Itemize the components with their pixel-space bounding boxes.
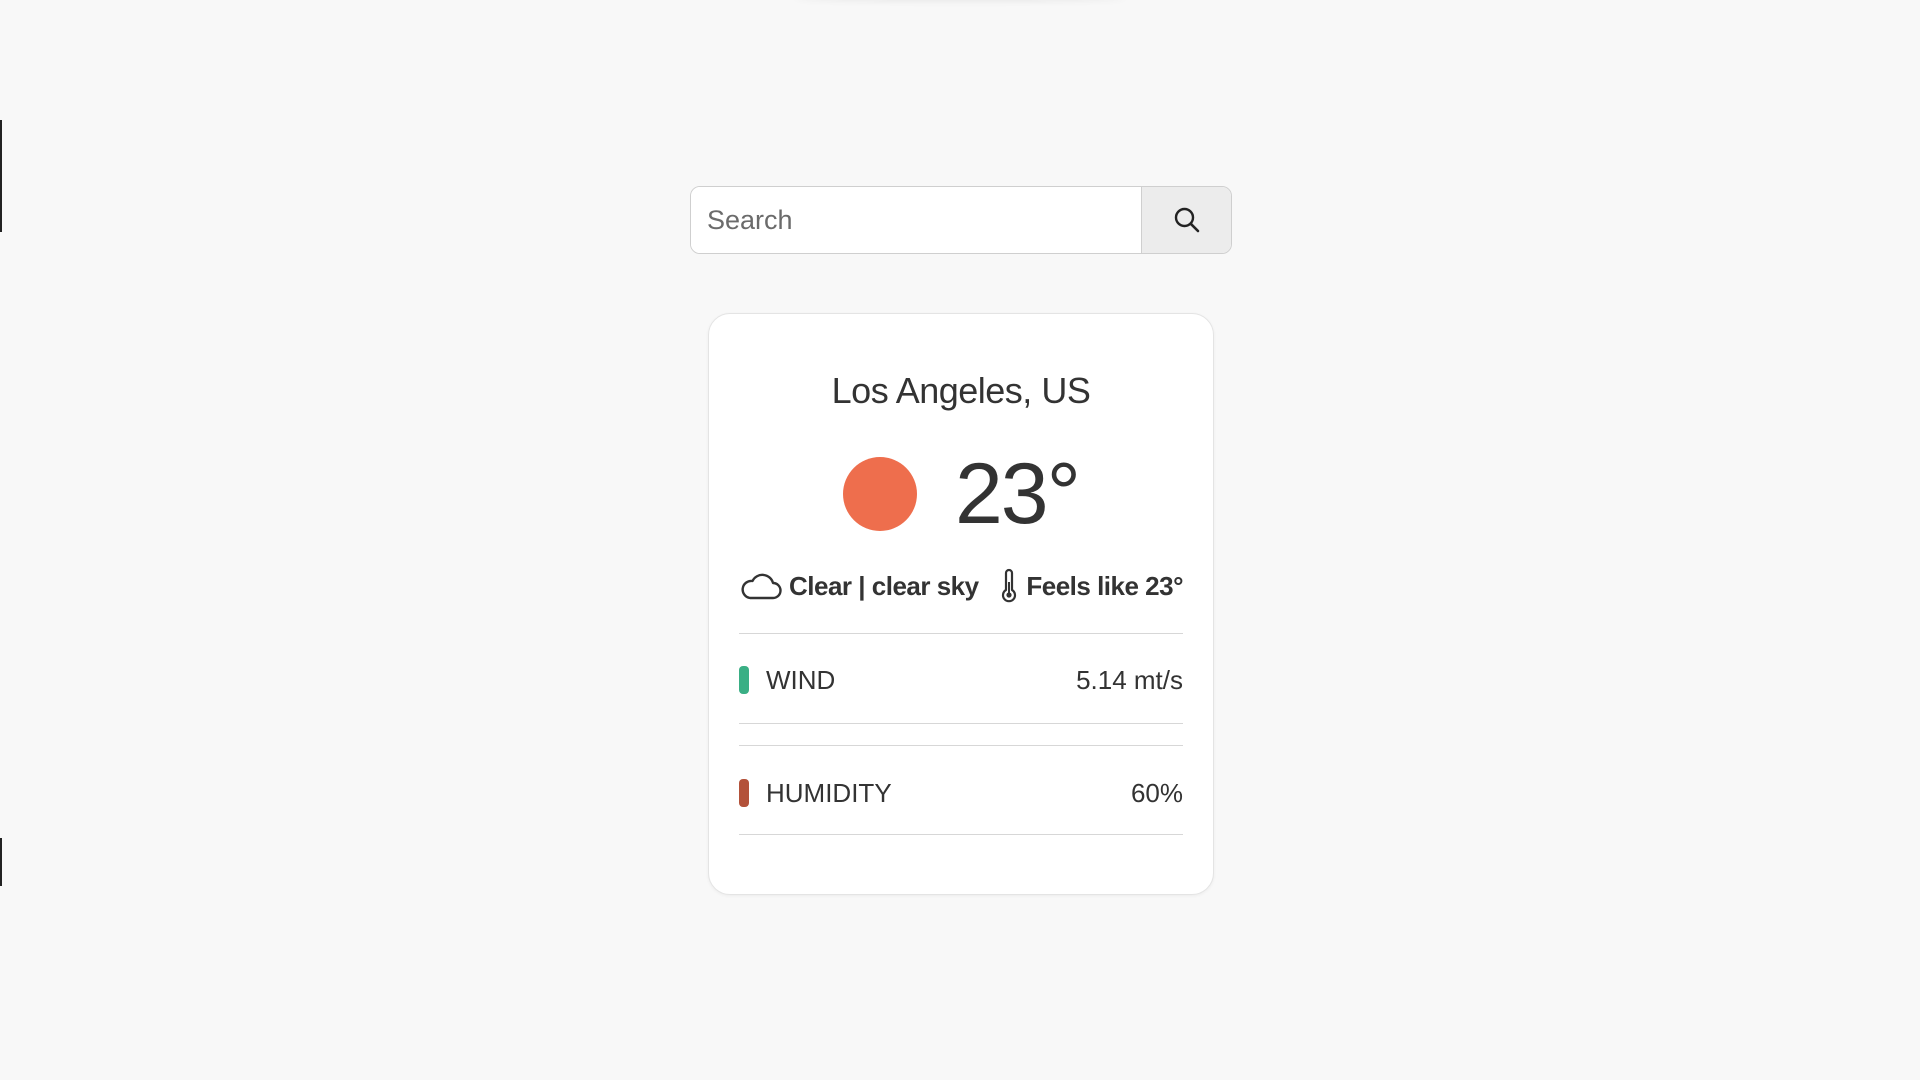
wind-marker: [739, 666, 749, 694]
stat-left: HUMIDITY: [739, 778, 892, 809]
condition: Clear | clear sky: [739, 570, 979, 602]
search-icon: [1174, 207, 1199, 233]
city-name: Los Angeles, US: [831, 370, 1091, 411]
stat-row-humidity: HUMIDITY 60%: [739, 773, 1183, 813]
feels-like: Feels like 23°: [998, 568, 1183, 604]
divider: [739, 723, 1183, 724]
search-input[interactable]: [691, 187, 1141, 253]
left-edge-marker: [0, 838, 2, 886]
search-form: [690, 186, 1232, 254]
weather-card: Los Angeles, US 23° Clear | clear sky Fe…: [708, 313, 1214, 895]
left-edge-marker: [0, 120, 2, 232]
humidity-marker: [739, 779, 749, 807]
stat-row-wind: WIND 5.14 mt/s: [739, 660, 1183, 700]
stat-label: HUMIDITY: [766, 777, 892, 808]
temperature: 23°: [954, 446, 1081, 542]
temperature-row: 23°: [709, 444, 1213, 544]
feels-like-text: Feels like 23°: [1026, 570, 1183, 601]
search-button[interactable]: [1141, 187, 1231, 253]
app-page: Los Angeles, US 23° Clear | clear sky Fe…: [0, 0, 1920, 1080]
stat-label: WIND: [766, 664, 836, 695]
stat-value: 5.14 mt/s: [1076, 664, 1183, 695]
condition-text: Clear | clear sky: [789, 570, 979, 601]
sun-icon: [842, 457, 917, 531]
divider: [739, 834, 1183, 835]
divider: [739, 633, 1183, 634]
divider: [739, 745, 1183, 746]
stat-left: WIND: [739, 665, 835, 696]
stat-value: 60%: [1130, 777, 1183, 808]
thermometer-icon: [1002, 568, 1017, 603]
cloud-icon: [741, 573, 782, 600]
condition-row: Clear | clear sky Feels like 23°: [739, 566, 1183, 606]
